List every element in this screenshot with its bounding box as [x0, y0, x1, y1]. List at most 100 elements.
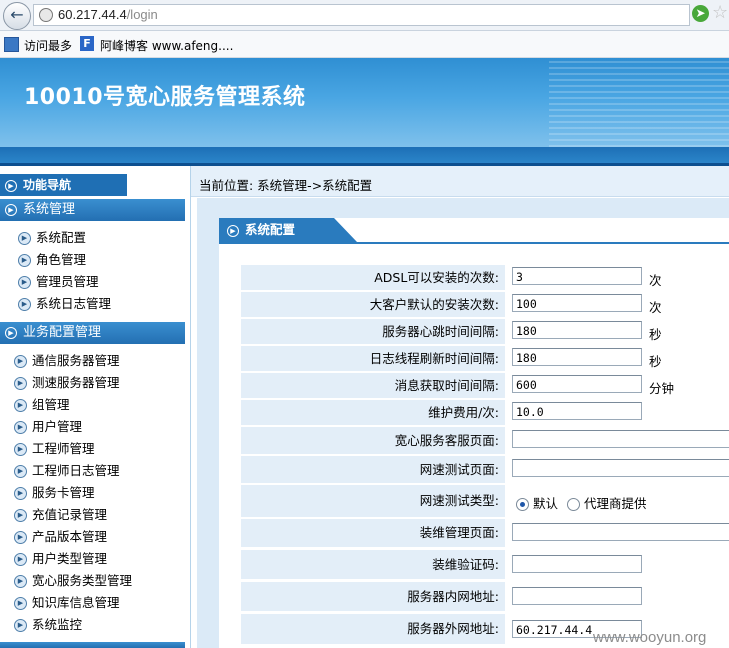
watermark: www.wooyun.org [593, 629, 707, 646]
circle-arrow-icon: ▶ [18, 298, 31, 311]
sidebar-group-business[interactable]: ▶ 业务配置管理 [0, 322, 185, 344]
header-banner: 10010号宽心服务管理系统 [0, 58, 729, 147]
sidebar-item-recharge[interactable]: ▶ 充值记录管理 [14, 506, 107, 524]
sidebar-item-speed-server[interactable]: ▶ 测速服务器管理 [14, 374, 120, 392]
sidebar-item-comm-server[interactable]: ▶ 通信服务器管理 [14, 352, 120, 370]
url-path: /login [126, 7, 158, 22]
sidebar-item-system-config[interactable]: ▶ 系统配置 [18, 229, 86, 247]
sidebar-item-label: 服务卡管理 [32, 485, 95, 500]
sidebar-item-label: 通信服务器管理 [32, 353, 120, 368]
circle-arrow-icon: ▶ [14, 355, 27, 368]
url-field[interactable]: 60.217.44.4/login [33, 4, 690, 26]
sidebar-item-product-version[interactable]: ▶ 产品版本管理 [14, 528, 107, 546]
sidebar-item-knowledge[interactable]: ▶ 知识库信息管理 [14, 594, 120, 612]
field-label: 服务器心跳时间间隔: [241, 319, 505, 344]
bookmarks-bar: 访问最多 F 阿峰博客 www.afeng.... [0, 31, 729, 58]
config-row-heartbeat: 服务器心跳时间间隔: 180 秒 [241, 319, 729, 344]
circle-arrow-icon: ▶ [5, 326, 17, 339]
bookmark-folder-icon [4, 37, 19, 52]
config-row-install-page: 装维管理页面: [241, 519, 729, 547]
config-row-message-interval: 消息获取时间间隔: 600 分钟 [241, 373, 729, 398]
unit-label: 秒 [649, 354, 662, 369]
config-row-service-page: 宽心服务客服页面: [241, 427, 729, 454]
config-row-intranet: 服务器内网地址: [241, 582, 729, 611]
sidebar-item-user[interactable]: ▶ 用户管理 [14, 418, 82, 436]
sidebar-item-engineer[interactable]: ▶ 工程师管理 [14, 440, 95, 458]
bookmark-most-visited[interactable]: 访问最多 [24, 37, 72, 54]
vip-count-input[interactable]: 100 [512, 294, 642, 312]
log-refresh-input[interactable]: 180 [512, 348, 642, 366]
url-host: 60.217.44.4 [58, 7, 127, 22]
circle-arrow-icon: ▶ [5, 179, 17, 192]
field-label: 网速测试页面: [241, 456, 505, 483]
sidebar-item-syslog[interactable]: ▶ 系统日志管理 [18, 295, 111, 313]
go-icon[interactable]: ➤ [692, 5, 709, 22]
sidebar-item-monitor[interactable]: ▶ 系统监控 [14, 616, 82, 634]
sidebar-item-label: 产品版本管理 [32, 529, 108, 544]
radio-button-checked[interactable] [516, 498, 529, 511]
circle-arrow-icon: ▶ [14, 487, 27, 500]
sidebar-item-service-card[interactable]: ▶ 服务卡管理 [14, 484, 95, 502]
intranet-address-input[interactable] [512, 587, 642, 605]
circle-arrow-icon: ▶ [14, 465, 27, 478]
radio-default[interactable]: 默认 [516, 493, 558, 512]
star-icon[interactable]: ☆ [712, 2, 728, 23]
config-row-install-code: 装维验证码: [241, 550, 729, 579]
group-title: 系统管理 [23, 202, 76, 217]
service-page-input[interactable] [512, 430, 729, 448]
nav-title: 功能导航 [23, 178, 72, 192]
adsl-count-input[interactable]: 3 [512, 267, 642, 285]
sidebar-item-label: 知识库信息管理 [32, 595, 120, 610]
message-interval-input[interactable]: 600 [512, 375, 642, 393]
circle-arrow-icon: ▶ [14, 377, 27, 390]
back-button[interactable]: ← [3, 2, 31, 30]
sidebar-item-label: 管理员管理 [36, 274, 99, 289]
radio-agent[interactable]: 代理商提供 [567, 493, 647, 512]
field-label: 装维管理页面: [241, 519, 505, 547]
sidebar-item-user-type[interactable]: ▶ 用户类型管理 [14, 550, 107, 568]
config-row-vip-count: 大客户默认的安装次数: 100 次 [241, 292, 729, 317]
sidebar-item-label: 角色管理 [36, 252, 87, 267]
sidebar-item-label: 充值记录管理 [32, 507, 108, 522]
circle-arrow-icon: ▶ [14, 531, 27, 544]
circle-arrow-icon: ▶ [14, 597, 27, 610]
circle-arrow-icon: ▶ [14, 575, 27, 588]
sidebar-item-group[interactable]: ▶ 组管理 [14, 396, 70, 414]
circle-arrow-icon: ▶ [14, 553, 27, 566]
sidebar-item-label: 用户管理 [32, 419, 83, 434]
config-row-fee: 维护费用/次: 10.0 [241, 400, 729, 425]
sidebar-item-label: 系统日志管理 [36, 296, 112, 311]
heartbeat-input[interactable]: 180 [512, 321, 642, 339]
sidebar-item-label: 系统配置 [36, 230, 87, 245]
sidebar-item-admin[interactable]: ▶ 管理员管理 [18, 273, 99, 291]
sidebar-item-engineer-log[interactable]: ▶ 工程师日志管理 [14, 462, 120, 480]
circle-arrow-icon: ▶ [14, 399, 27, 412]
panel-tab-underline [219, 242, 729, 244]
panel-title: 系统配置 [245, 222, 296, 237]
install-page-input[interactable] [512, 523, 729, 541]
nav-header: ▶ 功能导航 [0, 174, 127, 196]
install-code-input[interactable] [512, 555, 642, 573]
sidebar-item-service-type[interactable]: ▶ 宽心服务类型管理 [14, 572, 132, 590]
fee-input[interactable]: 10.0 [512, 402, 642, 420]
sidebar-item-label: 工程师管理 [32, 441, 95, 456]
circle-arrow-icon: ▶ [14, 619, 27, 632]
bookmark-favicon-icon: F [80, 36, 94, 51]
radio-button[interactable] [567, 498, 580, 511]
sidebar-item-label: 系统监控 [32, 617, 83, 632]
sidebar: ▶ 功能导航 ▶ 系统管理 ▶ 系统配置 ▶ 角色管理 ▶ 管理员管理 ▶ 系统日志管理 ▶… [0, 166, 191, 648]
circle-arrow-icon: ▶ [18, 232, 31, 245]
field-label: 宽心服务客服页面: [241, 427, 505, 454]
field-label: 网速测试类型: [241, 485, 505, 517]
sidebar-group-next [0, 642, 185, 648]
circle-arrow-icon: ▶ [14, 509, 27, 522]
speedtest-page-input[interactable] [512, 459, 729, 477]
radio-label: 默认 [533, 496, 559, 511]
unit-label: 分钟 [649, 381, 675, 396]
globe-icon [39, 8, 53, 22]
sidebar-group-system[interactable]: ▶ 系统管理 [0, 199, 185, 221]
bookmark-afeng-blog[interactable]: 阿峰博客 www.afeng.... [100, 37, 233, 54]
config-row-speedtest-type: 网速测试类型: 默认 代理商提供 [241, 485, 729, 517]
sidebar-item-role[interactable]: ▶ 角色管理 [18, 251, 86, 269]
field-label: 消息获取时间间隔: [241, 373, 505, 398]
